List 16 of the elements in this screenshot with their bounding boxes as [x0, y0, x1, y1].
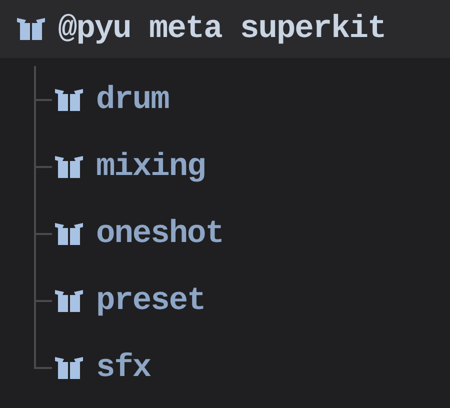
box-icon — [16, 17, 46, 41]
box-icon — [54, 222, 84, 246]
box-icon — [54, 288, 84, 312]
folder-label[interactable]: drum — [96, 76, 169, 124]
folder-label[interactable]: preset — [96, 276, 206, 324]
tree-connector — [34, 133, 52, 200]
box-icon — [54, 154, 84, 178]
box-icon — [54, 88, 84, 112]
folder-label[interactable]: sfx — [96, 344, 151, 392]
tree-connector — [34, 66, 52, 133]
folder-label: @pyu meta superkit — [58, 9, 386, 49]
folder-label[interactable]: oneshot — [96, 210, 224, 258]
box-icon — [54, 356, 84, 380]
folder-label[interactable]: mixing — [96, 142, 206, 190]
tree-root-row[interactable]: @pyu meta superkit — [0, 0, 450, 58]
tree-connector — [34, 200, 52, 267]
